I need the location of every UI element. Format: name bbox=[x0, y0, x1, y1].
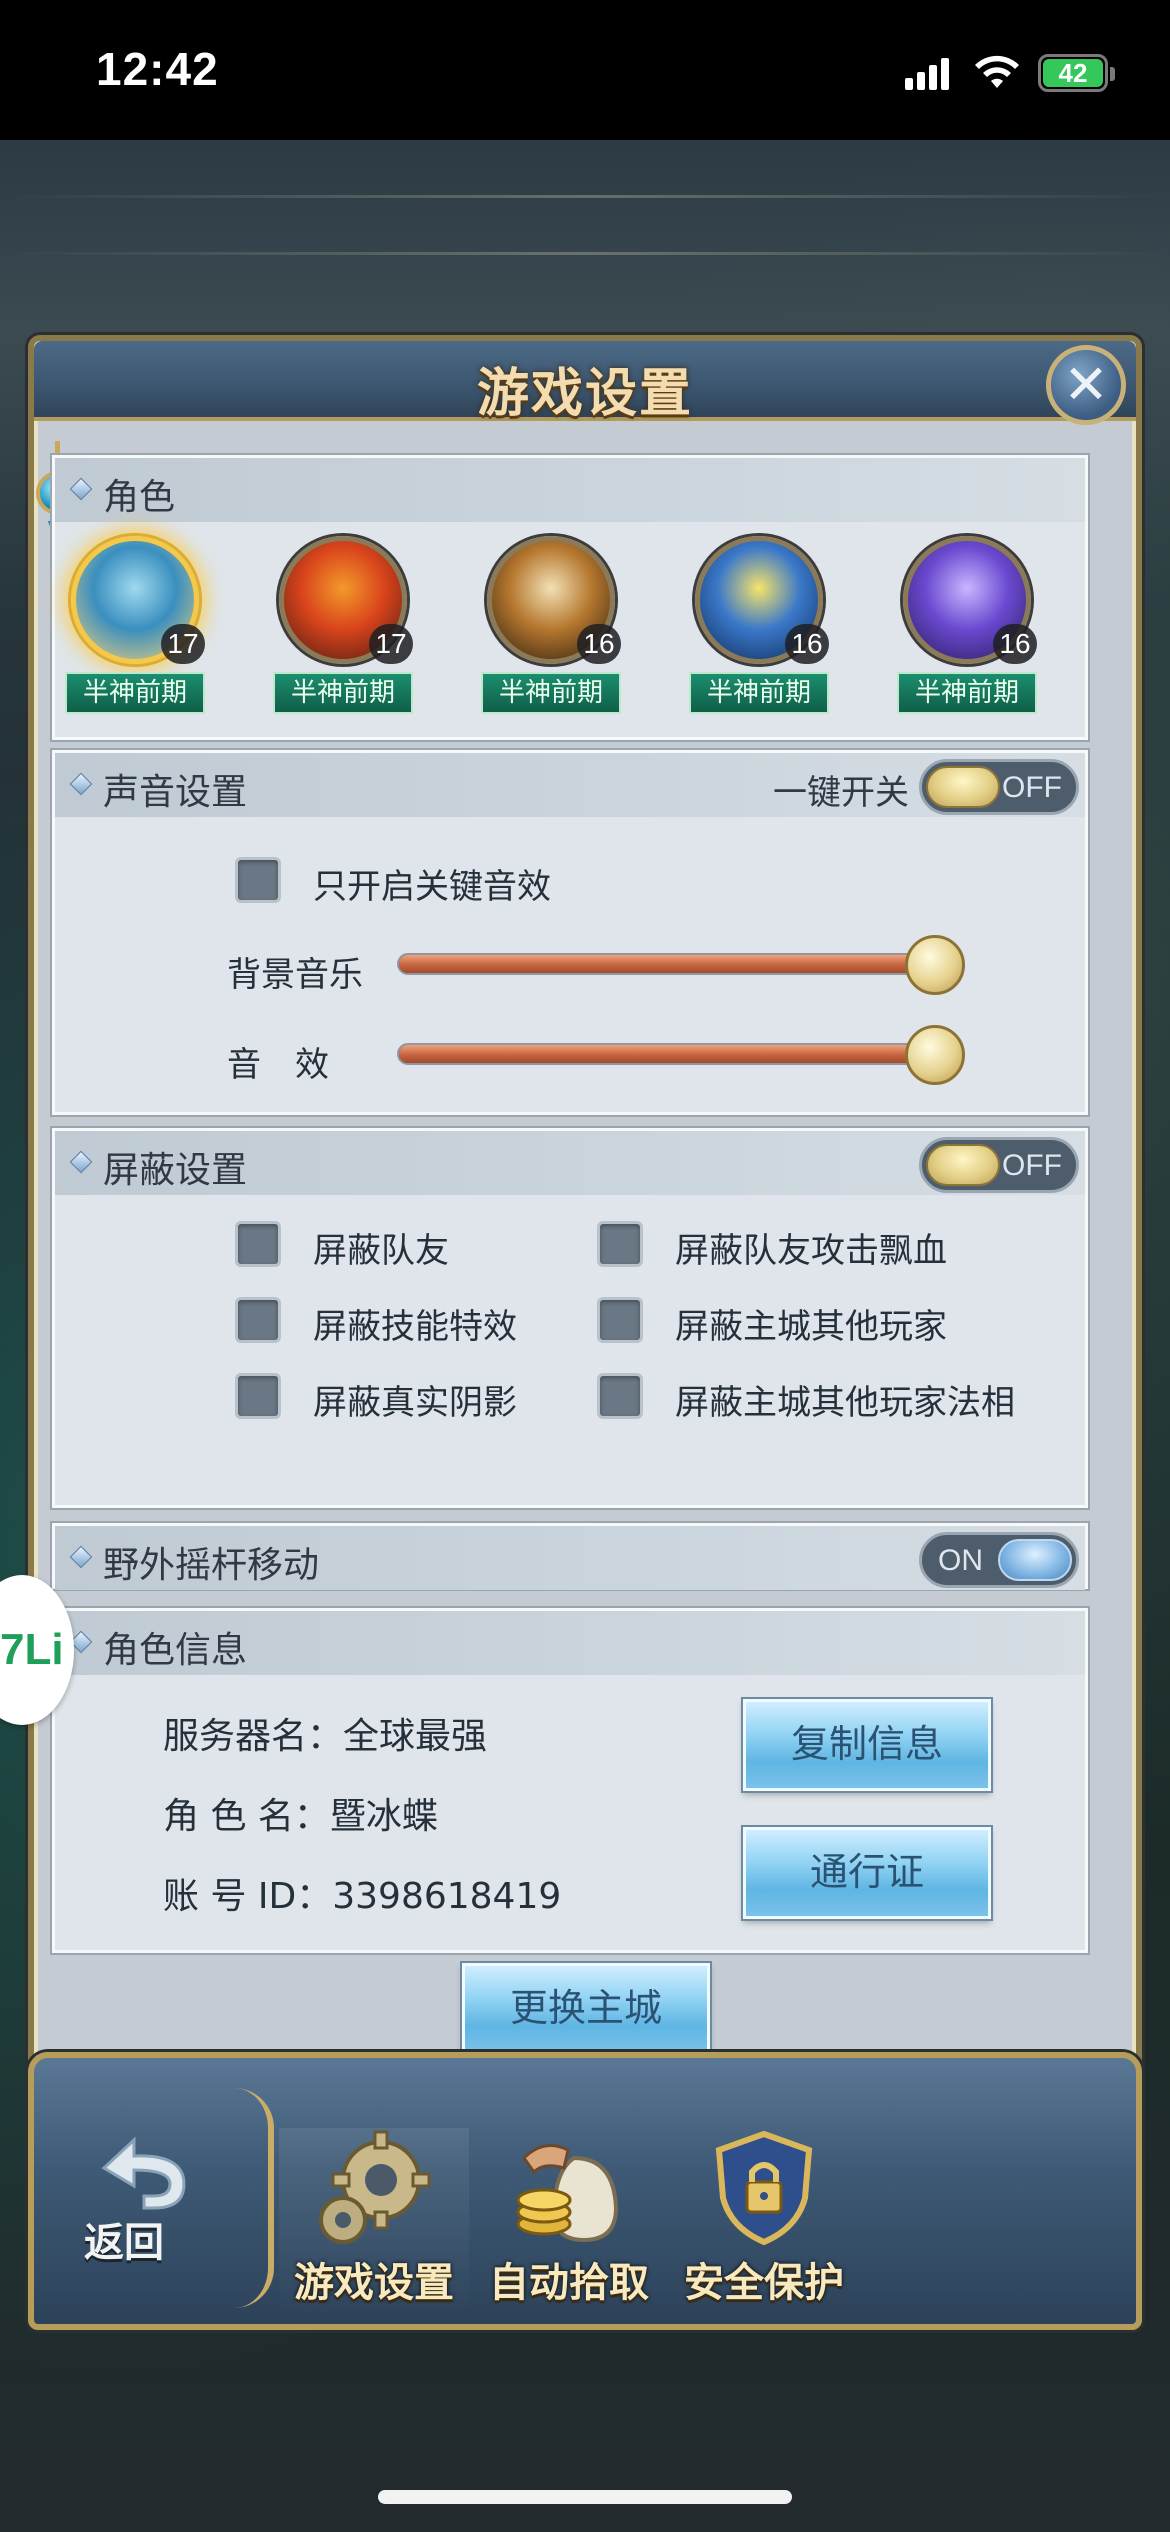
bgm-label: 背景音乐 bbox=[227, 955, 363, 995]
shield-lock-icon bbox=[715, 2130, 813, 2246]
back-label: 返回 bbox=[84, 2220, 164, 2266]
toggle-state: OFF bbox=[1002, 771, 1062, 804]
sfx-slider-handle[interactable] bbox=[904, 1025, 965, 1085]
diamond-icon bbox=[69, 477, 93, 501]
diamond-icon bbox=[69, 1150, 93, 1174]
hero-stage-badge: 半神前期 bbox=[273, 672, 413, 714]
nav-label: 安全保护 bbox=[684, 2260, 844, 2306]
block-option-label: 屏蔽主城其他玩家法相 bbox=[675, 1383, 1015, 1423]
toggle-state: OFF bbox=[1002, 1149, 1062, 1182]
nav-divider bbox=[234, 2088, 274, 2308]
close-icon: ✕ bbox=[1063, 353, 1109, 416]
floating-badge-label: 7Li bbox=[0, 1625, 64, 1674]
nav-security[interactable]: 安全保护 bbox=[669, 2128, 859, 2318]
cellular-signal-icon bbox=[905, 56, 951, 90]
hero-stage-badge: 半神前期 bbox=[65, 672, 205, 714]
block-option-checkbox[interactable] bbox=[235, 1373, 281, 1419]
role-section: 角色 17 半神前期 17 半神前期 16 半神前期 16 半神前期 16 半神前期 bbox=[52, 455, 1088, 740]
hero-slot[interactable]: 16 半神前期 bbox=[471, 536, 631, 726]
section-title: 野外摇杆移动 bbox=[103, 1545, 320, 1586]
block-option-checkbox[interactable] bbox=[597, 1221, 643, 1267]
hero-level: 16 bbox=[577, 624, 621, 664]
sfx-slider[interactable] bbox=[397, 1025, 965, 1085]
hero-slot[interactable]: 17 半神前期 bbox=[263, 536, 423, 726]
hero-level: 17 bbox=[161, 624, 205, 664]
block-option-checkbox[interactable] bbox=[235, 1221, 281, 1267]
pass-button[interactable]: 通行证 bbox=[743, 1827, 991, 1919]
copy-info-button[interactable]: 复制信息 bbox=[743, 1699, 991, 1791]
nav-game-settings[interactable]: 游戏设置 bbox=[279, 2128, 469, 2318]
battery-level: 42 bbox=[1043, 59, 1103, 87]
server-name: 服务器名：全球最强 bbox=[163, 1716, 488, 1757]
block-option-label: 屏蔽主城其他玩家 bbox=[675, 1307, 947, 1347]
block-option-label: 屏蔽队友攻击飘血 bbox=[675, 1231, 947, 1271]
sfx-slider-fill bbox=[399, 1045, 935, 1063]
joystick-section: 野外摇杆移动 ON bbox=[52, 1523, 1088, 1590]
section-title: 角色信息 bbox=[103, 1630, 248, 1671]
block-option-checkbox[interactable] bbox=[597, 1297, 643, 1343]
section-title: 角色 bbox=[103, 477, 176, 518]
hero-slot[interactable]: 17 半神前期 bbox=[55, 536, 215, 726]
master-sound-toggle[interactable]: OFF bbox=[919, 759, 1079, 815]
change-city-button[interactable]: 更换主城 bbox=[462, 1963, 710, 2055]
hero-slot[interactable]: 16 半神前期 bbox=[679, 536, 839, 726]
bgm-slider-fill bbox=[399, 955, 935, 973]
hero-level: 17 bbox=[369, 624, 413, 664]
hero-level: 16 bbox=[993, 624, 1037, 664]
coin-bag-icon bbox=[516, 2144, 619, 2243]
back-arrow-icon bbox=[101, 2136, 186, 2210]
key-sound-label: 只开启关键音效 bbox=[313, 867, 551, 907]
block-option-label: 屏蔽真实阴影 bbox=[313, 1383, 517, 1423]
section-header: 屏蔽设置 OFF bbox=[55, 1131, 1085, 1195]
nav-label: 自动拾取 bbox=[489, 2260, 649, 2306]
section-title: 屏蔽设置 bbox=[103, 1150, 248, 1191]
hero-slot[interactable]: 16 半神前期 bbox=[887, 536, 1047, 726]
wifi-icon bbox=[975, 55, 1019, 88]
status-bar: 12:42 42 bbox=[0, 0, 1170, 140]
nav-auto-pickup[interactable]: 自动拾取 bbox=[474, 2128, 664, 2318]
back-button[interactable]: 返回 bbox=[64, 2118, 224, 2308]
key-sound-checkbox[interactable] bbox=[235, 857, 281, 903]
block-option-label: 屏蔽队友 bbox=[313, 1231, 449, 1271]
bgm-slider-handle[interactable] bbox=[904, 935, 965, 995]
page-title: 游戏设置 bbox=[476, 364, 693, 424]
block-toggle[interactable]: OFF bbox=[919, 1137, 1079, 1193]
status-time: 12:42 bbox=[96, 43, 219, 95]
diamond-icon bbox=[69, 1545, 93, 1569]
section-title: 声音设置 bbox=[103, 772, 248, 813]
bgm-slider[interactable] bbox=[397, 935, 965, 995]
joystick-toggle[interactable]: ON bbox=[919, 1532, 1079, 1588]
block-option-checkbox[interactable] bbox=[597, 1373, 643, 1419]
hero-stage-badge: 半神前期 bbox=[481, 672, 621, 714]
toggle-state: ON bbox=[938, 1544, 983, 1577]
block-option-label: 屏蔽技能特效 bbox=[313, 1307, 517, 1347]
block-section: 屏蔽设置 OFF 屏蔽队友 屏蔽队友攻击飘血 屏蔽技能特效 屏蔽主城其他玩家 屏… bbox=[52, 1128, 1088, 1508]
hero-stage-badge: 半神前期 bbox=[689, 672, 829, 714]
role-name: 角 色 名：暨冰蝶 bbox=[163, 1796, 438, 1837]
panel-header: 游戏设置 ✕ bbox=[34, 341, 1136, 425]
nav-label: 游戏设置 bbox=[294, 2260, 454, 2306]
bottom-nav: 返回 游戏设置 自动拾取 安全保护 bbox=[28, 2052, 1142, 2330]
section-header: 角色 bbox=[55, 458, 1085, 522]
close-button[interactable]: ✕ bbox=[1046, 345, 1126, 425]
sfx-label: 音 效 bbox=[227, 1045, 329, 1085]
sound-section: 声音设置 一键开关 OFF 只开启关键音效 背景音乐 音 效 bbox=[52, 750, 1088, 1115]
section-header: 声音设置 一键开关 OFF bbox=[55, 753, 1085, 817]
block-option-checkbox[interactable] bbox=[235, 1297, 281, 1343]
master-switch-label: 一键开关 bbox=[773, 773, 909, 813]
diamond-icon bbox=[69, 772, 93, 796]
hero-stage-badge: 半神前期 bbox=[897, 672, 1037, 714]
battery-indicator: 42 bbox=[1038, 54, 1115, 92]
home-indicator[interactable] bbox=[378, 2490, 792, 2504]
role-info-section: 角色信息 服务器名：全球最强 角 色 名：暨冰蝶 账 号 ID：33986184… bbox=[52, 1608, 1088, 1953]
section-header: 野外摇杆移动 ON bbox=[55, 1526, 1085, 1590]
hero-level: 16 bbox=[785, 624, 829, 664]
gear-icon bbox=[319, 2130, 431, 2244]
account-id: 账 号 ID：3398618419 bbox=[163, 1876, 562, 1917]
section-header: 角色信息 bbox=[55, 1611, 1085, 1675]
